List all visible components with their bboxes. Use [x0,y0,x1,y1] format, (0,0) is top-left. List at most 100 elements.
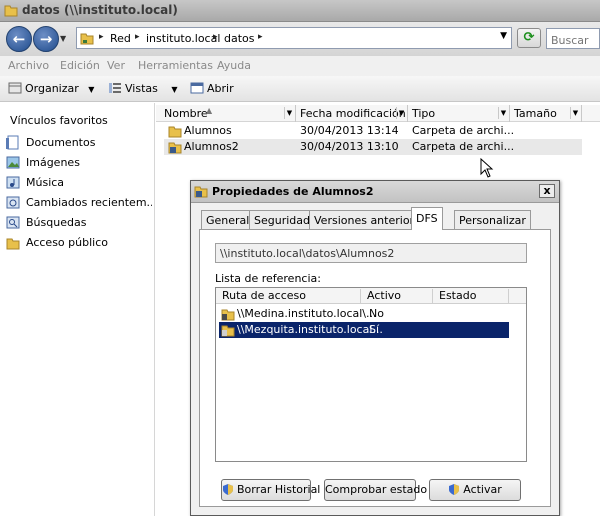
column-filter-dropdown-icon[interactable]: ▼ [396,107,406,119]
address-dropdown-icon[interactable]: ▼ [500,31,507,41]
referral-path: \\Medina.instituto.local\... [237,307,377,320]
sidebar-item-acceso-publico[interactable]: Acceso público [6,234,152,252]
documents-icon [6,135,19,150]
uac-shield-icon [449,484,460,495]
column-filter-dropdown-icon[interactable]: ▼ [498,107,508,119]
back-button[interactable]: ← [6,26,32,52]
activate-button[interactable]: Activar [429,479,521,501]
pictures-icon [6,156,20,169]
organize-icon [8,82,22,94]
button-label: Activar [463,483,502,496]
open-button[interactable]: Abrir [190,82,234,95]
organize-button[interactable]: Organizar ▼ [8,82,94,95]
tab-dfs[interactable]: DFS [411,207,443,230]
close-button[interactable]: x [539,184,555,198]
address-bar[interactable]: ▸ Red ▸ instituto.local ▸ datos ▸ ▼ [76,27,512,49]
menu-herramientas[interactable]: Herramientas [138,59,213,72]
breadcrumb-separator-icon[interactable]: ▸ [213,32,218,42]
menu-ayuda[interactable]: Ayuda [217,59,251,72]
dfs-folder-icon [168,142,182,154]
tab-general[interactable]: General [201,210,255,229]
properties-dialog: Propiedades de Alumnos2 x General Seguri… [190,180,560,516]
clear-history-button[interactable]: Borrar Historial [221,479,320,501]
column-header-path[interactable]: Ruta de acceso [216,289,361,304]
music-icon [6,176,20,189]
sidebar-item-label: Búsquedas [26,216,87,229]
file-type: Carpeta de archi... [412,124,515,137]
sidebar-item-label: Documentos [26,136,96,149]
breadcrumb-separator-icon[interactable]: ▸ [135,32,140,42]
sidebar-item-recientes[interactable]: Cambiados recientem... [6,194,152,212]
column-header-size[interactable]: Tamaño ▼ [510,105,582,122]
server-folder-icon [221,325,235,337]
referral-active: Sí [369,323,380,336]
command-toolbar: Organizar ▼ Vistas ▼ Abrir [0,76,600,102]
file-name: Alumnos2 [184,140,239,153]
server-folder-icon [221,309,235,321]
network-folder-icon [80,33,94,45]
column-header-label: Fecha modificación [300,107,406,120]
column-filter-dropdown-icon[interactable]: ▼ [570,107,580,119]
uac-shield-icon [223,484,233,495]
sort-ascending-icon: ▲ [206,106,213,115]
forward-button[interactable]: → [33,26,59,52]
breadcrumb-datos[interactable]: datos [224,32,255,45]
sidebar-item-label: Imágenes [26,156,80,169]
sidebar-item-imagenes[interactable]: Imágenes [6,154,152,172]
sidebar-item-musica[interactable]: Música [6,174,152,192]
dfs-folder-icon [194,186,208,198]
file-date: 30/04/2013 13:14 [300,124,399,137]
window-title: datos (\\instituto.local) [22,3,178,17]
folder-icon [168,126,182,138]
column-header-active[interactable]: Activo [361,289,433,304]
column-header-name[interactable]: Nombre ▲ ▼ [160,105,296,122]
file-row-alumnos2[interactable]: Alumnos2 30/04/2013 13:10 Carpeta de arc… [164,139,582,155]
navigation-bar: ← → ▼ ▸ Red ▸ instituto.local ▸ datos ▸ … [0,22,600,56]
column-header-state[interactable]: Estado [433,289,509,304]
column-header-label: Tipo [412,107,436,120]
dfs-path-field: \\instituto.local\datos\Alumnos2 [215,243,527,263]
referral-row-medina[interactable]: \\Medina.instituto.local\... No [219,306,509,322]
breadcrumb-separator-icon[interactable]: ▸ [99,32,104,42]
search-input[interactable] [546,28,600,49]
sidebar-item-documentos[interactable]: Documentos [6,134,152,152]
favorite-links-heading: Vínculos favoritos [10,114,108,127]
referral-row-mezquita[interactable]: \\Mezquita.instituto.local... Sí [219,322,509,338]
dialog-title: Propiedades de Alumnos2 [212,185,374,198]
button-label: Borrar Historial [237,483,321,496]
file-row-alumnos[interactable]: Alumnos 30/04/2013 13:14 Carpeta de arch… [164,123,582,139]
breadcrumb-instituto[interactable]: instituto.local [146,32,220,45]
tab-seguridad[interactable]: Seguridad [249,210,315,229]
menu-archivo[interactable]: Archivo [8,59,49,72]
column-header-row: Nombre ▲ ▼ Fecha modificación ▼ Tipo ▼ T… [156,105,600,122]
check-state-button[interactable]: Comprobar estado [324,479,427,501]
tab-personalizar[interactable]: Personalizar [454,210,531,229]
column-header-type[interactable]: Tipo ▼ [408,105,510,122]
window-titlebar: datos (\\instituto.local) [0,0,600,22]
refresh-button[interactable]: ⟳ [517,28,541,48]
column-header-date[interactable]: Fecha modificación ▼ [296,105,408,122]
menu-bar: Archivo Edición Ver Herramientas Ayuda [0,56,600,76]
folder-icon [6,238,20,250]
referral-path: \\Mezquita.instituto.local... [237,323,383,336]
menu-ver[interactable]: Ver [107,59,125,72]
menu-edicion[interactable]: Edición [60,59,100,72]
breadcrumb-red[interactable]: Red [110,32,131,45]
chevron-down-icon: ▼ [88,85,95,94]
file-name: Alumnos [184,124,232,137]
column-header-label: Nombre [164,107,208,120]
referral-list-label: Lista de referencia: [215,272,321,285]
column-header-label: Tamaño [514,107,557,120]
open-icon [190,82,204,94]
sidebar-item-busquedas[interactable]: Búsquedas [6,214,152,232]
views-label: Vistas [125,82,158,95]
referral-list[interactable]: Ruta de acceso Activo Estado \\Medina.in… [215,287,527,462]
views-button[interactable]: Vistas ▼ [108,82,178,95]
views-icon [109,83,121,93]
navigation-pane: Vínculos favoritos Documentos Imágenes M… [0,103,155,516]
column-filter-dropdown-icon[interactable]: ▼ [284,107,294,119]
breadcrumb-separator-icon[interactable]: ▸ [258,32,263,42]
recent-pages-dropdown[interactable]: ▼ [60,34,68,44]
open-label: Abrir [207,82,234,95]
dfs-tab-panel: \\instituto.local\datos\Alumnos2 Lista d… [199,229,551,507]
